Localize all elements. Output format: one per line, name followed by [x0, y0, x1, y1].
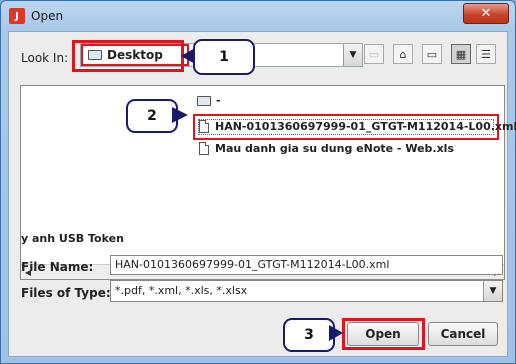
close-button[interactable]: ✕ — [463, 3, 509, 24]
folder-icon — [197, 95, 211, 106]
up-folder-icon: ▭ — [368, 47, 380, 61]
look-in-label: Look In: — [21, 51, 69, 65]
file-list[interactable]: - HAN-0101360697999-01_GTGT-M112014-L00.… — [20, 85, 516, 280]
new-folder-icon: ▭ — [426, 47, 438, 61]
list-item[interactable]: - — [197, 94, 221, 107]
details-view-button[interactable]: ☰ — [476, 44, 496, 64]
cancel-button[interactable]: Cancel — [428, 322, 498, 346]
parent-folder-label: - — [216, 94, 221, 107]
title-bar[interactable]: J Open ✕ — [1, 1, 515, 31]
file-name: Mau danh gia su dung eNote - Web.xls — [215, 142, 454, 155]
list-view-icon: ▦ — [455, 47, 467, 61]
up-folder-button[interactable]: ▭ — [364, 44, 384, 64]
callout-3: 3 — [283, 318, 335, 352]
file-type-label: Files of Type: — [21, 286, 111, 300]
app-icon: J — [9, 8, 25, 24]
close-icon: ✕ — [480, 6, 492, 21]
file-name-label: File Name: — [21, 260, 94, 274]
file-icon — [199, 120, 209, 133]
window-title: Open — [31, 9, 64, 23]
file-type-value: *.pdf, *.xml, *.xls, *.xlsx — [115, 284, 248, 297]
new-folder-button[interactable]: ▭ — [422, 44, 442, 64]
home-button[interactable]: ⌂ — [393, 44, 413, 64]
home-icon: ⌂ — [399, 47, 407, 61]
list-item[interactable]: y anh USB Token — [21, 232, 124, 245]
file-name: HAN-0101360697999-01_GTGT-M112014-L00.xm… — [215, 120, 516, 133]
look-in-highlight — [72, 40, 184, 72]
file-type-combo[interactable]: *.pdf, *.xml, *.xls, *.xlsx ▼ — [110, 280, 503, 302]
open-button[interactable]: Open — [347, 322, 419, 346]
details-view-icon: ☰ — [481, 47, 491, 61]
list-item[interactable]: Mau danh gia su dung eNote - Web.xls — [199, 142, 454, 155]
chevron-down-icon[interactable]: ▼ — [483, 281, 502, 301]
list-item-selected[interactable]: HAN-0101360697999-01_GTGT-M112014-L00.xm… — [199, 120, 516, 133]
file-icon — [199, 142, 209, 155]
open-dialog: J Open ✕ Look In: Desktop ▼ ▭ ⌂ ▭ ▦ ☰ - … — [0, 0, 516, 364]
chevron-down-icon[interactable]: ▼ — [343, 44, 362, 66]
callout-2: 2 — [126, 99, 178, 133]
list-view-button[interactable]: ▦ — [451, 44, 471, 64]
file-name-field[interactable]: HAN-0101360697999-01_GTGT-M112014-L00.xm… — [110, 255, 503, 275]
callout-1: 1 — [193, 39, 255, 75]
dialog-panel: Look In: Desktop ▼ ▭ ⌂ ▭ ▦ ☰ - HAN-01013… — [8, 31, 516, 357]
file-name-partial: y anh USB Token — [21, 232, 124, 245]
